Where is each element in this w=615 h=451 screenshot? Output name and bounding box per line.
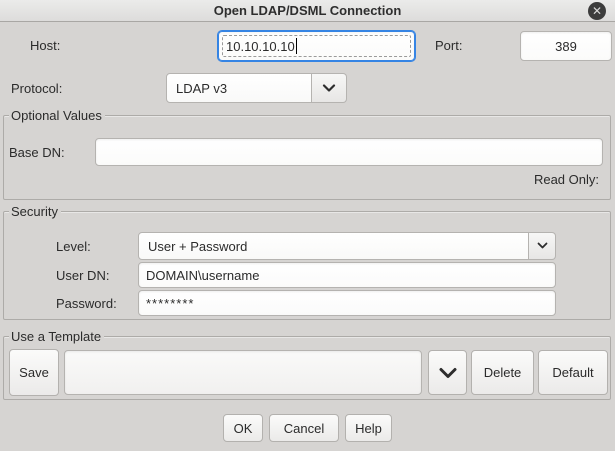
cancel-button[interactable]: Cancel (269, 414, 339, 442)
protocol-label: Protocol: (11, 81, 62, 96)
template-legend: Use a Template (9, 328, 104, 345)
security-group: Security Level: User + Password User DN:… (3, 211, 611, 320)
close-icon[interactable]: ✕ (588, 2, 606, 20)
help-button[interactable]: Help (345, 414, 392, 442)
level-selected[interactable]: User + Password (138, 232, 529, 260)
template-group: Use a Template Save Delete Default (3, 336, 611, 400)
default-button[interactable]: Default (538, 350, 608, 395)
optional-values-group: Optional Values Base DN: Read Only: (3, 115, 611, 200)
read-only-label: Read Only: (534, 172, 599, 187)
security-legend: Security (9, 203, 61, 220)
level-label: Level: (56, 239, 91, 254)
port-input[interactable]: 389 (520, 31, 612, 61)
base-dn-input[interactable] (95, 138, 603, 166)
user-dn-label: User DN: (56, 268, 109, 283)
template-dropdown-button[interactable] (428, 350, 467, 395)
password-label: Password: (56, 296, 117, 311)
template-input[interactable] (64, 350, 422, 395)
port-value: 389 (555, 39, 577, 54)
port-label: Port: (435, 38, 462, 53)
ok-button[interactable]: OK (223, 414, 263, 442)
host-input[interactable]: 10.10.10.10 (218, 31, 415, 61)
chevron-down-icon (438, 367, 458, 379)
chevron-down-icon (537, 242, 548, 250)
titlebar: Open LDAP/DSML Connection ✕ (0, 0, 615, 22)
base-dn-label: Base DN: (9, 145, 65, 160)
protocol-combobox[interactable]: LDAP v3 (166, 73, 347, 103)
save-button[interactable]: Save (9, 349, 59, 396)
protocol-dropdown-button[interactable] (312, 73, 347, 103)
optional-values-legend: Optional Values (9, 107, 105, 124)
host-value: 10.10.10.10 (226, 39, 295, 54)
user-dn-input[interactable]: DOMAIN\username (138, 262, 556, 288)
level-combobox[interactable]: User + Password (138, 232, 556, 260)
chevron-down-icon (322, 84, 336, 93)
host-label: Host: (30, 38, 60, 53)
dialog-window: Open LDAP/DSML Connection ✕ Host: 10.10.… (0, 0, 615, 451)
dialog-action-row: OK Cancel Help (0, 414, 615, 442)
protocol-selected[interactable]: LDAP v3 (166, 73, 312, 103)
password-input[interactable]: ******** (138, 290, 556, 316)
text-cursor (296, 38, 297, 54)
window-title: Open LDAP/DSML Connection (214, 3, 402, 18)
delete-button[interactable]: Delete (471, 350, 534, 395)
level-dropdown-button[interactable] (529, 232, 556, 260)
